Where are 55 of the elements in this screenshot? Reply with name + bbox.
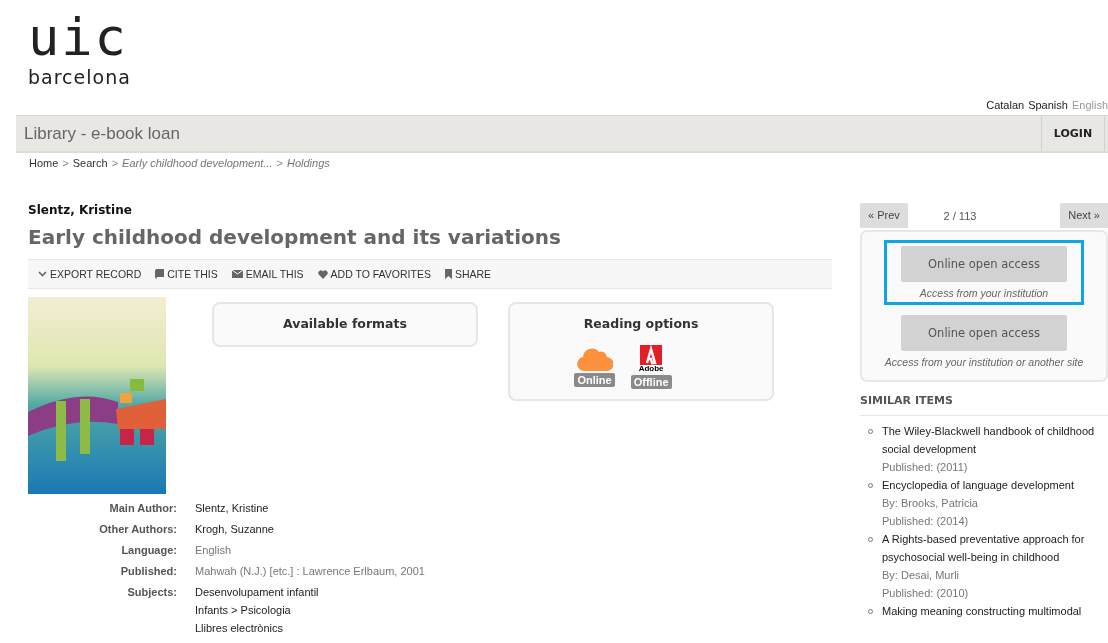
panel-heading: Available formats bbox=[283, 316, 407, 331]
access-note: Access from your institution bbox=[919, 287, 1049, 299]
next-button[interactable]: Next » bbox=[1060, 203, 1108, 228]
field-value[interactable]: Llibres electrònics bbox=[195, 620, 425, 638]
language-link[interactable]: Catalan bbox=[986, 99, 1025, 111]
record-author[interactable]: Slentz, Kristine bbox=[28, 203, 832, 217]
access-note: Access from your institution or another site bbox=[884, 356, 1084, 368]
heart-icon bbox=[317, 269, 328, 279]
field-label: Main Author: bbox=[56, 500, 195, 521]
similar-item-meta: Published: (2010) bbox=[882, 586, 970, 601]
section-heading: SIMILAR ITEMS bbox=[860, 394, 1108, 416]
similar-item-meta: Published: (2014) bbox=[882, 514, 970, 529]
logo-mark[interactable]: uic bbox=[28, 14, 128, 60]
field-value: English bbox=[195, 543, 233, 558]
login-button[interactable]: LOGIN bbox=[1041, 116, 1105, 151]
result-position: 2 / 113 bbox=[943, 209, 977, 222]
similar-item-meta: By: Brooks, Patricia bbox=[882, 496, 979, 511]
site-title: Library - e-book loan bbox=[23, 123, 180, 144]
field-value[interactable]: Krogh, Suzanne bbox=[195, 521, 425, 539]
field-value: Mahwah (N.J.) [etc.] : Lawrence Erlbaum, 2001 bbox=[195, 564, 425, 579]
similar-item-link[interactable]: Making meaning constructing multimodal bbox=[882, 602, 1108, 620]
breadcrumb-separator: > bbox=[111, 157, 119, 171]
access-button[interactable]: Online open access bbox=[901, 315, 1067, 351]
envelope-icon bbox=[231, 270, 243, 278]
breadcrumb-link[interactable]: Home bbox=[29, 157, 59, 173]
breadcrumb-separator: > bbox=[62, 157, 69, 171]
field-label: Other Authors: bbox=[56, 521, 195, 542]
similar-item-meta: Published: (2011) bbox=[882, 460, 969, 475]
field-value[interactable]: Slentz, Kristine bbox=[195, 500, 425, 518]
logo-city: barcelona bbox=[28, 66, 131, 88]
breadcrumb-link[interactable]: Search bbox=[72, 157, 108, 173]
toolbar-link[interactable]: ADD TO FAVORITES bbox=[317, 268, 431, 280]
breadcrumb-link[interactable]: Early childhood development... bbox=[122, 157, 273, 173]
similar-item-link[interactable]: Encyclopedia of language development bbox=[882, 476, 1108, 494]
access-button[interactable]: Online open access bbox=[901, 246, 1067, 282]
field-value[interactable]: Infants > Psicologia bbox=[195, 602, 425, 620]
field-value[interactable]: Desenvolupament infantil bbox=[195, 584, 425, 602]
toolbar-link[interactable]: CITE THIS bbox=[155, 268, 218, 280]
breadcrumb-separator: > bbox=[276, 157, 283, 171]
prev-button[interactable]: « Prev bbox=[860, 203, 908, 228]
field-label: Language: bbox=[56, 542, 195, 563]
toolbar-link[interactable]: SHARE bbox=[444, 268, 492, 280]
field-label: Subjects: bbox=[56, 584, 195, 638]
language-link[interactable]: Spanish bbox=[1028, 99, 1068, 111]
toolbar-link[interactable]: EXPORT RECORD bbox=[38, 268, 142, 280]
breadcrumb-link[interactable]: Holdings bbox=[286, 157, 330, 173]
toolbar-link[interactable]: EMAIL THIS bbox=[231, 268, 304, 280]
record-title: Early childhood development and its variations bbox=[28, 225, 562, 249]
chevron-down-icon bbox=[38, 271, 47, 277]
panel-heading: Reading options bbox=[583, 316, 699, 331]
similar-item-link[interactable]: The Wiley-Blackwell handbook of childhood social development bbox=[882, 422, 1108, 458]
bookmark-icon bbox=[444, 269, 452, 279]
similar-item-link[interactable]: A Rights-based preventative approach for psychosocial well-being in childhood bbox=[882, 530, 1108, 566]
field-label: Published: bbox=[56, 563, 195, 584]
similar-item-meta: By: Desai, Murli bbox=[882, 568, 961, 583]
